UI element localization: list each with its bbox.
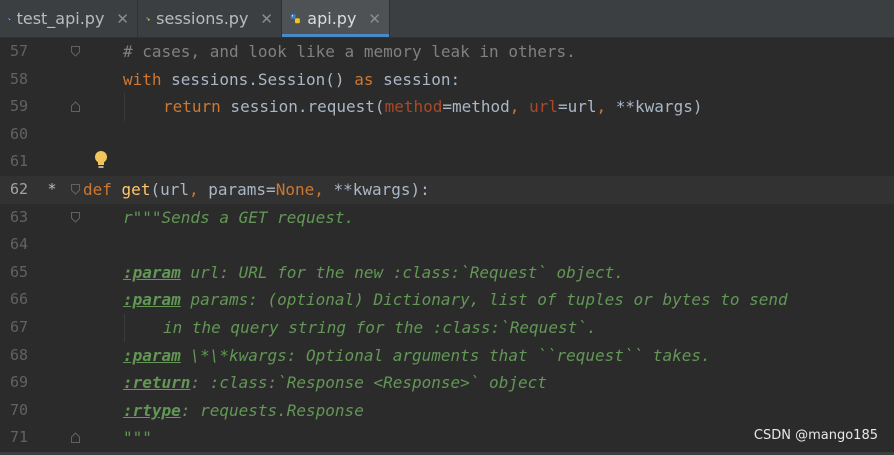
code-text: """ bbox=[123, 424, 152, 452]
docstring-token: : requests.Response bbox=[180, 400, 364, 420]
code-line[interactable]: 58 with sessions.Session() as session: bbox=[0, 66, 894, 94]
function-name-token: get bbox=[121, 180, 151, 199]
param-token: method bbox=[384, 97, 443, 117]
code-token: **kwargs): bbox=[333, 180, 430, 199]
code-text: :rtype: requests.Response bbox=[123, 397, 364, 425]
doc-tag-token: :param bbox=[123, 262, 181, 282]
code-line[interactable]: 70 :rtype: requests.Response bbox=[0, 397, 894, 425]
code-line[interactable]: 63 r"""Sends a GET request. bbox=[0, 204, 894, 232]
line-number: 67 bbox=[9, 318, 28, 336]
line-number: 68 bbox=[9, 345, 28, 364]
docstring-token: params: (optional) Dictionary, list of t… bbox=[180, 290, 788, 310]
code-text: return session.request(method=method, ur… bbox=[163, 93, 702, 121]
code-token: session.request( bbox=[220, 97, 385, 117]
code-line[interactable]: 67 in the query string for the :class:`R… bbox=[0, 314, 894, 342]
param-token: url bbox=[529, 97, 558, 117]
code-text: def get(url, params=None, **kwargs): bbox=[83, 176, 430, 204]
python-file-icon bbox=[8, 17, 11, 20]
fold-marker-icon[interactable] bbox=[71, 432, 80, 444]
code-line[interactable]: 57 # cases, and look like a memory leak … bbox=[0, 38, 894, 66]
code-line[interactable]: 60 bbox=[0, 121, 894, 149]
line-number: 63 bbox=[9, 207, 28, 226]
tab-label: sessions.py bbox=[156, 9, 249, 28]
code-text: :param url: URL for the new :class:`Requ… bbox=[123, 259, 624, 287]
code-token: params= bbox=[208, 180, 276, 199]
editor-tab-bar: test_api.py ✕ sessions.py ✕ api.py ✕ bbox=[0, 0, 894, 38]
tab-sessions[interactable]: sessions.py ✕ bbox=[138, 0, 282, 37]
line-number: 64 bbox=[9, 235, 28, 254]
python-file-icon bbox=[146, 16, 150, 21]
docstring-token: in the query string for the :class:`Requ… bbox=[163, 318, 597, 337]
doc-tag-token: :return bbox=[123, 373, 191, 393]
keyword-token: as bbox=[354, 69, 374, 89]
code-text: with sessions.Session() as session: bbox=[123, 66, 460, 94]
keyword-token: def bbox=[83, 180, 112, 199]
keyword-token: return bbox=[163, 97, 221, 117]
docstring-token: r"""Sends a GET request. bbox=[123, 207, 355, 227]
code-token: **kwargs) bbox=[615, 97, 703, 117]
line-number: 70 bbox=[9, 400, 28, 419]
code-token: sessions.Session() bbox=[161, 69, 355, 89]
docstring-token: \*\*kwargs: Optional arguments that ``re… bbox=[180, 345, 711, 365]
close-icon[interactable]: ✕ bbox=[368, 10, 381, 28]
line-number: 69 bbox=[9, 373, 28, 392]
line-number: 66 bbox=[9, 290, 28, 309]
comma-token: , bbox=[314, 180, 334, 199]
python-file-icon bbox=[290, 13, 300, 23]
code-text: :param params: (optional) Dictionary, li… bbox=[123, 286, 788, 314]
line-number: 61 bbox=[9, 152, 28, 171]
code-line[interactable]: 64 bbox=[0, 231, 894, 259]
modified-marker: * bbox=[47, 180, 57, 198]
code-line[interactable]: 61 bbox=[0, 148, 894, 176]
code-token: =url bbox=[557, 97, 597, 117]
docstring-token: """ bbox=[123, 428, 152, 448]
watermark: CSDN @mango185 bbox=[753, 428, 878, 443]
line-number: 62 bbox=[9, 180, 28, 198]
comma-token: , bbox=[596, 97, 616, 117]
code-line[interactable]: 69 :return: :class:`Response <Response>`… bbox=[0, 369, 894, 397]
code-token: (url bbox=[150, 180, 189, 199]
line-number: 57 bbox=[9, 42, 28, 60]
fold-marker-icon[interactable] bbox=[71, 184, 80, 195]
code-line[interactable]: 65 :param url: URL for the new :class:`R… bbox=[0, 259, 894, 287]
code-line-current[interactable]: 62 * def get(url, params=None, **kwargs)… bbox=[0, 176, 894, 204]
keyword-token: None bbox=[275, 180, 315, 199]
tab-label: test_api.py bbox=[16, 9, 105, 28]
comment-token: # cases, and look like a memory leak in … bbox=[123, 42, 576, 61]
code-line[interactable]: 66 :param params: (optional) Dictionary,… bbox=[0, 286, 894, 314]
doc-tag-token: :rtype bbox=[123, 400, 181, 420]
tab-label: api.py bbox=[307, 9, 357, 28]
fold-marker-icon[interactable] bbox=[71, 211, 80, 223]
code-text: # cases, and look like a memory leak in … bbox=[123, 38, 576, 66]
close-icon[interactable]: ✕ bbox=[260, 10, 273, 28]
docstring-token: url: URL for the new :class:`Request` ob… bbox=[180, 262, 624, 282]
comma-token: , bbox=[509, 97, 530, 117]
keyword-token: with bbox=[123, 69, 162, 89]
line-number: 65 bbox=[9, 262, 28, 281]
code-token: session: bbox=[373, 69, 461, 89]
tab-test-api[interactable]: test_api.py ✕ bbox=[0, 0, 138, 37]
code-line[interactable]: 59 return session.request(method=method,… bbox=[0, 93, 894, 121]
line-number: 71 bbox=[9, 428, 28, 447]
code-text: :return: :class:`Response <Response>` ob… bbox=[123, 369, 547, 397]
line-number: 60 bbox=[9, 124, 28, 143]
tab-api[interactable]: api.py ✕ bbox=[282, 0, 390, 37]
doc-tag-token: :param bbox=[123, 290, 181, 310]
comma-token: , bbox=[188, 180, 209, 199]
code-text: r"""Sends a GET request. bbox=[123, 204, 354, 232]
docstring-token: : :class:`Response <Response>` object bbox=[190, 373, 547, 393]
line-number: 58 bbox=[9, 69, 28, 88]
code-editor[interactable]: 57 # cases, and look like a memory leak … bbox=[0, 38, 894, 455]
doc-tag-token: :param bbox=[123, 345, 181, 365]
fold-marker-icon[interactable] bbox=[71, 46, 80, 57]
code-line[interactable]: 68 :param \*\*kwargs: Optional arguments… bbox=[0, 342, 894, 370]
code-token: =method bbox=[442, 97, 510, 117]
lightbulb-icon[interactable] bbox=[93, 149, 109, 171]
fold-marker-icon[interactable] bbox=[71, 101, 80, 113]
code-text: :param \*\*kwargs: Optional arguments th… bbox=[123, 342, 711, 370]
code-text: in the query string for the :class:`Requ… bbox=[163, 314, 596, 342]
line-number: 59 bbox=[9, 97, 28, 116]
close-icon[interactable]: ✕ bbox=[116, 10, 129, 28]
